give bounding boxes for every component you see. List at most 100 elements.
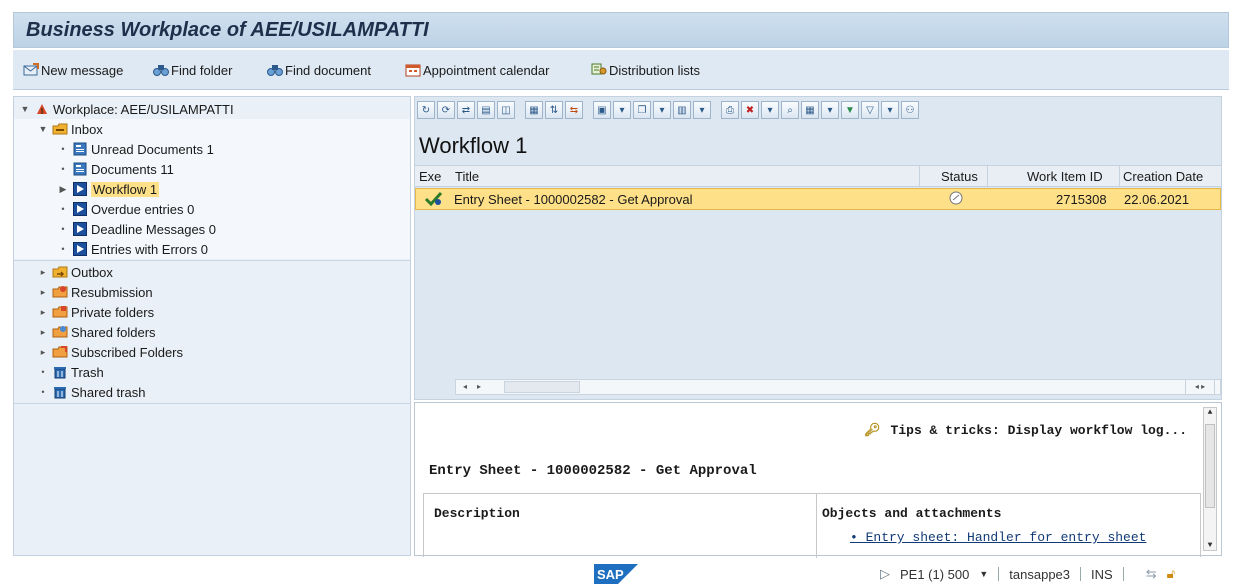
column-header-work-item-id[interactable]: Work Item ID bbox=[1027, 169, 1103, 184]
dropdown-icon[interactable]: ▾ bbox=[653, 101, 671, 119]
tree-item-outbox[interactable]: ▸ Outbox bbox=[38, 262, 113, 282]
collapse-icon[interactable]: ▼ bbox=[20, 104, 30, 114]
scroll-right-icon[interactable]: ▸ bbox=[472, 381, 486, 393]
execute-icon[interactable]: ⟳ bbox=[437, 101, 455, 119]
tree-item-shared-trash[interactable]: • Shared trash bbox=[38, 382, 145, 402]
attachment-icon[interactable]: ◫ bbox=[497, 101, 515, 119]
scrollbar-thumb[interactable] bbox=[1205, 424, 1215, 508]
connection-icon[interactable]: ⇆ bbox=[1146, 566, 1157, 582]
workflow-icon bbox=[72, 221, 88, 237]
tree-item-private-folders[interactable]: ▸ Private folders bbox=[38, 302, 154, 322]
inbox-icon bbox=[52, 121, 68, 137]
tree-item-shared-folders[interactable]: ▸ Shared folders bbox=[38, 322, 156, 342]
funnel-settings-icon[interactable]: ▽ bbox=[861, 101, 879, 119]
dropdown-icon[interactable]: ▾ bbox=[761, 101, 779, 119]
calendar-icon bbox=[405, 64, 421, 77]
tree-item-label: Unread Documents 1 bbox=[91, 141, 214, 157]
binoculars-icon bbox=[153, 65, 169, 76]
folder-icon bbox=[52, 304, 68, 320]
search-icon[interactable]: ⌕ bbox=[781, 101, 799, 119]
new-message-button[interactable]: New message bbox=[23, 60, 123, 80]
tree-item-overdue-entries[interactable]: • Overdue entries 0 bbox=[58, 199, 194, 219]
tree-item-trash[interactable]: • Trash bbox=[38, 362, 103, 382]
expand-icon[interactable]: ▸ bbox=[38, 307, 48, 318]
column-header-exe[interactable]: Exe bbox=[419, 169, 441, 184]
folder-icon bbox=[52, 284, 68, 300]
lock-icon[interactable]: 🔓︎ bbox=[1167, 566, 1175, 582]
tips-tricks-link[interactable]: 🔑︎ Tips & tricks: Display workflow log... bbox=[864, 423, 1187, 438]
replace-icon[interactable]: ⇆ bbox=[565, 101, 583, 119]
sap-logo: SAP bbox=[594, 564, 638, 584]
scroll-left-icon[interactable]: ◂ bbox=[458, 381, 472, 393]
expand-icon[interactable]: ▸ bbox=[38, 347, 48, 358]
folder-tree: ▼ Workplace: AEE/USILAMPATTI ▼ Inbox • U… bbox=[13, 96, 411, 556]
dropdown-icon[interactable]: ▼ bbox=[979, 569, 988, 579]
scroll-down-icon[interactable]: ▼ bbox=[1204, 541, 1216, 550]
tree-root-workplace[interactable]: ▼ Workplace: AEE/USILAMPATTI bbox=[20, 99, 234, 119]
column-header-creation-date[interactable]: Creation Date bbox=[1123, 169, 1203, 184]
copy-icon[interactable]: ❐ bbox=[633, 101, 651, 119]
refresh-icon[interactable]: ↻ bbox=[417, 101, 435, 119]
forward-icon[interactable]: ⇄ bbox=[457, 101, 475, 119]
find-document-button[interactable]: Find document bbox=[267, 60, 371, 80]
distribution-lists-button[interactable]: Distribution lists bbox=[591, 60, 700, 80]
columns-icon[interactable]: ▦ bbox=[801, 101, 819, 119]
window-title-bar: Business Workplace of AEE/USILAMPATTI bbox=[13, 12, 1229, 48]
trash-icon bbox=[52, 384, 68, 400]
column-header-title[interactable]: Title bbox=[455, 169, 479, 184]
print-icon[interactable]: ⎙ bbox=[721, 101, 739, 119]
select-all-icon[interactable]: ▦ bbox=[525, 101, 543, 119]
delete-icon[interactable]: ✖ bbox=[741, 101, 759, 119]
find-folder-label: Find folder bbox=[171, 62, 233, 78]
filter-icon[interactable]: ▣ bbox=[593, 101, 611, 119]
column-header-status[interactable]: Status bbox=[941, 169, 978, 184]
dropdown-icon[interactable]: ▾ bbox=[693, 101, 711, 119]
dropdown-icon[interactable]: ▾ bbox=[821, 101, 839, 119]
document-icon bbox=[72, 161, 88, 177]
tree-item-label: Subscribed Folders bbox=[71, 344, 183, 360]
new-message-label: New message bbox=[41, 62, 124, 78]
tree-item-resubmission[interactable]: ▸ Resubmission bbox=[38, 282, 153, 302]
details-icon[interactable]: ▤ bbox=[477, 101, 495, 119]
tree-item-label: Overdue entries 0 bbox=[91, 201, 195, 217]
vertical-scrollbar[interactable]: ▲ ▼ bbox=[1203, 407, 1217, 551]
tree-item-label: Workflow 1 bbox=[91, 181, 160, 197]
status-bar: SAP ▷ PE1 (1) 500 ▼ tansappe3 INS ⇆ 🔓︎ bbox=[0, 560, 1240, 586]
system-info-text[interactable]: PE1 (1) 500 bbox=[900, 567, 969, 582]
tree-item-unread-documents[interactable]: • Unread Documents 1 bbox=[58, 139, 214, 159]
binoculars-icon[interactable]: ⚇ bbox=[901, 101, 919, 119]
list-toolbar: ↻ ⟳ ⇄ ▤ ◫ ▦ ⇅ ⇆ ▣ ▾ ❐ ▾ ▥ ▾ ⎙ ✖ ▾ ⌕ ▦ ▾ … bbox=[417, 101, 919, 123]
table-row[interactable]: Entry Sheet - 1000002582 - Get Approval … bbox=[415, 188, 1221, 210]
distribution-lists-label: Distribution lists bbox=[609, 62, 701, 78]
play-icon[interactable]: ▷ bbox=[880, 566, 890, 582]
expand-icon[interactable]: ▸ bbox=[38, 267, 48, 278]
scrollbar-thumb[interactable] bbox=[504, 381, 580, 393]
preview-pane: 🔑︎ Tips & tricks: Display workflow log...… bbox=[414, 402, 1222, 558]
execute-icon[interactable] bbox=[424, 191, 444, 210]
expand-icon[interactable]: ▸ bbox=[38, 287, 48, 298]
sort-icon[interactable]: ⇅ bbox=[545, 101, 563, 119]
row-creation-date: 22.06.2021 bbox=[1124, 192, 1190, 207]
appointment-calendar-button[interactable]: Appointment calendar bbox=[405, 60, 549, 80]
tree-item-subscribed-folders[interactable]: ▸ Subscribed Folders bbox=[38, 342, 183, 362]
dropdown-icon[interactable]: ▾ bbox=[881, 101, 899, 119]
column-scroll-buttons[interactable]: ◂ ▸ bbox=[1185, 379, 1215, 395]
tree-item-label: Private folders bbox=[71, 304, 155, 320]
funnel-icon[interactable]: ▼ bbox=[841, 101, 859, 119]
expand-icon[interactable]: ▶ bbox=[58, 184, 68, 195]
collapse-icon[interactable]: ▼ bbox=[38, 124, 48, 134]
tree-item-entries-with-errors[interactable]: • Entries with Errors 0 bbox=[58, 239, 208, 259]
expand-icon[interactable]: ▸ bbox=[38, 327, 48, 338]
tree-item-workflow[interactable]: ▶ Workflow 1 bbox=[58, 179, 160, 199]
layout-icon[interactable]: ▥ bbox=[673, 101, 691, 119]
tree-item-inbox[interactable]: ▼ Inbox bbox=[38, 119, 103, 139]
dropdown-icon[interactable]: ▾ bbox=[613, 101, 631, 119]
scroll-up-icon[interactable]: ▲ bbox=[1204, 408, 1216, 417]
tree-item-deadline-messages[interactable]: • Deadline Messages 0 bbox=[58, 219, 216, 239]
appointment-calendar-label: Appointment calendar bbox=[423, 62, 550, 78]
find-folder-button[interactable]: Find folder bbox=[153, 60, 232, 80]
tree-item-documents[interactable]: • Documents 11 bbox=[58, 159, 173, 179]
table-header: Exe Title Status Work Item ID Creation D… bbox=[415, 165, 1221, 187]
object-link[interactable]: • Entry sheet: Handler for entry sheet bbox=[850, 530, 1146, 545]
horizontal-scrollbar[interactable]: ◂ ▸ bbox=[455, 379, 1221, 395]
